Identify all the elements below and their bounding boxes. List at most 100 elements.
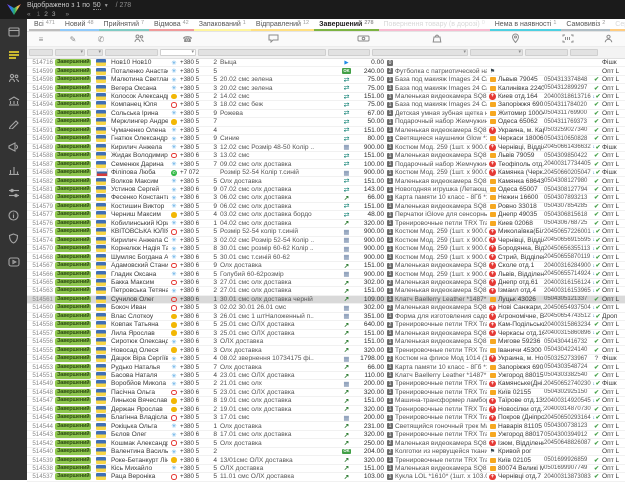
sidebar-item-info[interactable] (7, 210, 21, 223)
ring-channel-icon[interactable] (171, 440, 177, 446)
filter-customer[interactable] (105, 49, 158, 56)
ring-channel-icon[interactable] (171, 229, 177, 235)
filter-city[interactable]: ▾ (470, 49, 523, 56)
order-row[interactable]: 514570ЗавершенийКорнелюк Надія Та..✳+380… (27, 245, 625, 253)
column-order-id[interactable]: ≡ (27, 32, 55, 46)
order-row[interactable]: 514596ЗавершенийВегера Оксана✳+380 5320.… (27, 84, 625, 92)
column-manager[interactable] (591, 32, 625, 46)
ring-channel-icon[interactable] (171, 390, 177, 396)
channel-star-icon[interactable]: ✳ (171, 177, 176, 184)
order-row[interactable]: 514545ЗавершенийБлагінна Владіслава+380 … (27, 414, 625, 422)
tab-Відмова[interactable]: Відмова42 (149, 19, 194, 31)
page-button-3[interactable]: 3 (52, 11, 56, 18)
viber-icon[interactable] (171, 322, 177, 328)
viber-icon[interactable] (171, 347, 177, 353)
channel-star-icon[interactable]: ✳ (171, 465, 176, 472)
channel-star-icon[interactable]: ✳ (171, 76, 176, 83)
order-row[interactable]: 514544ЗавершенийРокіцька Ольга✳+380 51Ол… (27, 422, 625, 430)
column-customer[interactable] (111, 32, 168, 46)
order-row[interactable]: 514588ЗавершенийЖидак Володимир+380 6313… (27, 152, 625, 160)
whatsapp-icon[interactable]: ✆ (171, 170, 177, 176)
channel-star-icon[interactable]: ✳ (171, 363, 176, 370)
order-row[interactable]: 514559ЗавершенийВлас Слоткоу+380 6326.01… (27, 313, 625, 321)
ring-channel-icon[interactable] (171, 153, 177, 159)
viber-icon[interactable] (171, 398, 177, 404)
sidebar-item-clients[interactable] (7, 72, 21, 85)
channel-star-icon[interactable]: ✳ (171, 135, 176, 142)
sidebar-item-company[interactable] (7, 95, 21, 108)
order-row[interactable]: 514589ЗавершенийКирилич Анжела✳+380 5312… (27, 144, 625, 152)
ring-channel-icon[interactable] (171, 102, 177, 108)
channel-star-icon[interactable]: ✳ (171, 110, 176, 117)
page-size-dropdown[interactable]: 50 (93, 2, 101, 10)
order-row[interactable]: 514595ЗавершенийКолосок Александр+380 52… (27, 93, 625, 101)
column-tracking[interactable] (544, 32, 591, 46)
order-row[interactable]: 514546ЗавершенийДержан Ярослав+380 6219.… (27, 406, 625, 414)
order-row[interactable]: 514561ЗавершенийСучилов Олег+380 6130.01… (27, 296, 625, 304)
order-row[interactable]: 514551ЗавершенийБасова Наталя✳+380 5423.… (27, 372, 625, 380)
tab-Всі[interactable]: Всі471 (29, 19, 60, 31)
order-row[interactable]: 514558ЗавершенийКовпак Татьяна+380 6525.… (27, 321, 625, 329)
channel-star-icon[interactable]: ✳ (171, 203, 176, 210)
order-row[interactable]: 514590ЗавершенийГнатюк Олександр✳+380 59… (27, 135, 625, 143)
channel-star-icon[interactable]: ✳ (171, 186, 176, 193)
order-row[interactable]: 514577ЗавершенийЧерниш Максим+380 5403.0… (27, 211, 625, 219)
channel-star-icon[interactable]: ✳ (171, 59, 176, 66)
order-row[interactable]: 514580ЗавершенийФесенко Константин✳+380 … (27, 194, 625, 202)
filter-order-id[interactable] (29, 49, 53, 56)
filter-manager[interactable] (570, 49, 598, 56)
order-row[interactable]: 514581ЗавершенийУстинов Сергей✳+380 6907… (27, 186, 625, 194)
sidebar-item-marketing[interactable] (7, 141, 21, 154)
sidebar-item-orders[interactable] (7, 49, 21, 62)
order-row[interactable]: 514556ЗавершенийСиротюк Олександр✳+380 6… (27, 338, 625, 346)
tab-Новий[interactable]: Новий48 (60, 19, 99, 31)
viber-icon[interactable] (171, 330, 177, 336)
sidebar-item-settings[interactable] (7, 187, 21, 200)
sidebar-item-video[interactable] (7, 256, 21, 269)
channel-star-icon[interactable]: ✳ (171, 220, 176, 227)
order-row[interactable]: 514542ЗавершенийКошмак Александр+380 55О… (27, 439, 625, 447)
order-row[interactable]: 514557ЗавершенийЛила Ярослав+380 6325.01… (27, 330, 625, 338)
filter-phone[interactable]: ▾ (160, 49, 196, 56)
ring-channel-icon[interactable] (171, 474, 177, 480)
sidebar-item-partners[interactable] (7, 233, 21, 246)
last-page-button[interactable]: » (66, 10, 70, 19)
viber-icon[interactable] (171, 119, 177, 125)
order-row[interactable]: 514547ЗавершенийЛиньков Вячеслав+380 681… (27, 397, 625, 405)
order-row[interactable]: 514555ЗавершенийНовосад Олеся+380 63Олх … (27, 346, 625, 354)
channel-star-icon[interactable]: ✳ (171, 448, 176, 455)
column-comment[interactable] (207, 32, 340, 46)
ring-channel-icon[interactable] (171, 263, 177, 269)
column-status[interactable]: ✎ (55, 32, 91, 46)
filter-products[interactable]: ▾ (372, 49, 468, 56)
channel-star-icon[interactable]: ✳ (171, 245, 176, 252)
order-row[interactable]: 514586ЗавершенийФіліпова Люба✆+7 072Розм… (27, 169, 625, 177)
filter-call[interactable]: ▾ (87, 49, 103, 56)
order-row[interactable]: 514598ЗавершенийМалютина Светлана✳+380 5… (27, 76, 625, 84)
order-row[interactable]: 514576ЗавершенийКобилинський Юрий✳+380 6… (27, 220, 625, 228)
filter-payment[interactable] (328, 49, 370, 56)
order-row[interactable]: 514575ЗавершенийКВІТОВСЬКА ЮЛІЯ+380 55Ро… (27, 228, 625, 236)
order-row[interactable]: 514537ЗавершенийРаца Вероніка+380 5511.0… (27, 473, 625, 481)
order-row[interactable]: 514563ЗавершенийПетровська Тетяна✳+380 6… (27, 287, 625, 295)
order-row[interactable]: 514582ЗавершенийВолков Максим✳+380 55Олх… (27, 177, 625, 185)
order-row[interactable]: 514543ЗавершенийБєлов Олег✳+380 6817.01 … (27, 431, 625, 439)
channel-star-icon[interactable]: ✳ (171, 237, 176, 244)
viber-icon[interactable] (171, 457, 177, 463)
order-row[interactable]: 514587ЗавершенийСеменюк Дарина✳+380 5709… (27, 160, 625, 168)
first-page-button[interactable]: « (27, 10, 31, 19)
channel-star-icon[interactable]: ✳ (171, 127, 176, 134)
order-row[interactable]: 514539ЗавершенийРоке-Бетанкурт Лін..+380… (27, 456, 625, 464)
order-row[interactable]: 514593ЗавершенийСольська Ірина✳+380 59Ро… (27, 110, 625, 118)
order-row[interactable]: 514579ЗавершенийКостишин Виктор✳+380 590… (27, 203, 625, 211)
channel-star-icon[interactable]: ✳ (171, 84, 176, 91)
order-row[interactable]: 514591ЗавершенийЧумаченко Олена✳+380 54⇄… (27, 127, 625, 135)
order-row[interactable]: 514568ЗавершенийШумляс Богдана Ан..✳+380… (27, 253, 625, 261)
column-delivery-city[interactable] (487, 32, 544, 46)
tab-Сервіси[interactable]: Сервіси0 (610, 19, 625, 31)
order-row[interactable]: 514566ЗавершенийГладик Оксана✳+380 65Гол… (27, 270, 625, 278)
order-row[interactable]: 514594ЗавершенийКомпанец Юля+380 5318.02… (27, 101, 625, 109)
ring-channel-icon[interactable] (171, 280, 177, 286)
viber-icon[interactable] (171, 94, 177, 100)
order-row[interactable]: 514554ЗавершенийДацюк Віра Сергіївна✳+38… (27, 355, 625, 363)
